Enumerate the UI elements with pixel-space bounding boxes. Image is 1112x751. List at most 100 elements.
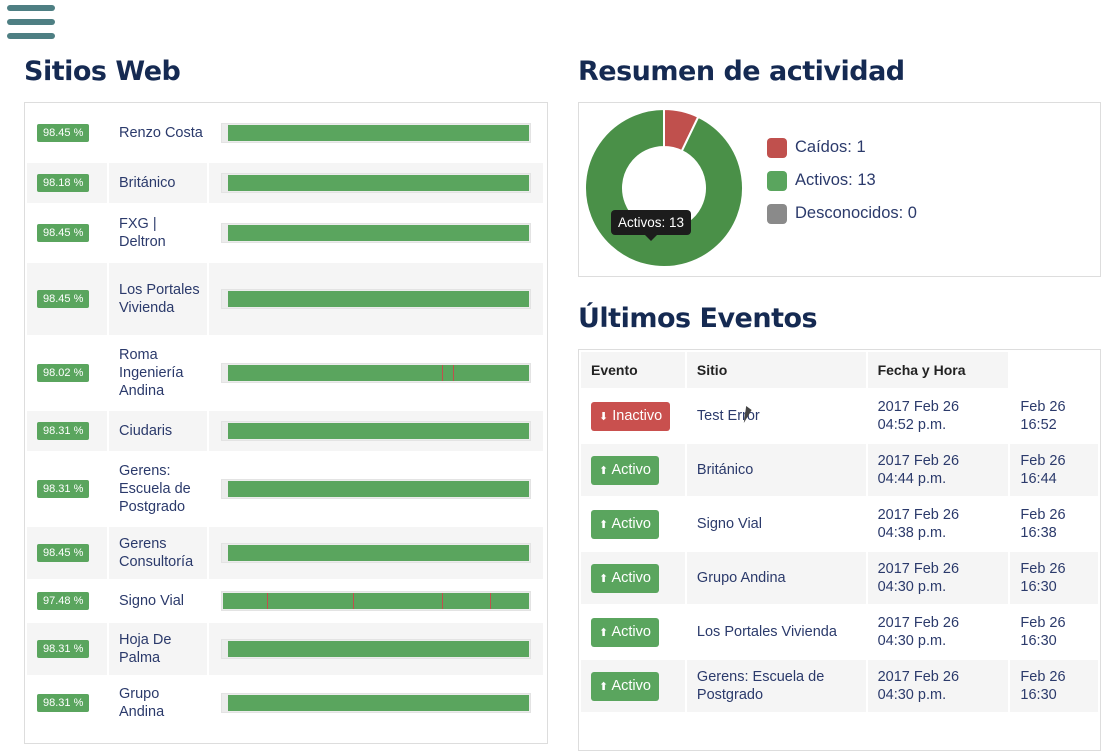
uptime-badge: 98.45 % xyxy=(37,124,90,142)
event-status-label: Activo xyxy=(611,623,651,640)
site-uptime-cell: 98.45 % xyxy=(27,263,107,335)
uptime-badge: 97.48 % xyxy=(37,592,90,610)
event-site[interactable]: Grupo Andina xyxy=(686,552,866,604)
site-row[interactable]: 98.31 % Grupo Andina xyxy=(27,677,545,729)
site-name[interactable]: FXG | Deltron xyxy=(109,205,207,261)
site-row[interactable]: 98.31 % Gerens: Escuela de Postgrado xyxy=(27,453,545,525)
site-row[interactable]: 98.31 % Ciudaris xyxy=(27,411,545,451)
site-row[interactable]: 98.45 % Los Portales Vivienda xyxy=(27,263,545,335)
uptime-fill xyxy=(228,175,529,191)
events-panel: Evento Sitio Fecha y Hora ⬇ Inactivo Test… xyxy=(578,349,1101,751)
event-status-cell: ⬆ Activo xyxy=(581,498,685,550)
uptime-bar xyxy=(221,693,531,713)
site-name[interactable]: Los Portales Vivienda xyxy=(109,263,207,335)
site-row[interactable]: 97.48 % Signo Vial xyxy=(27,581,545,621)
downtime-tick xyxy=(352,593,354,609)
event-datetime: 2017 Feb 26 04:30 p.m. xyxy=(867,552,1009,604)
menu-icon[interactable] xyxy=(7,5,55,41)
legend-label: Activos: 13 xyxy=(795,171,876,189)
event-datetime: 2017 Feb 26 04:38 p.m. xyxy=(877,507,960,541)
uptime-badge: 98.45 % xyxy=(37,544,90,562)
legend-swatch xyxy=(767,170,787,191)
event-short-datetime: Feb 26 16:44 xyxy=(1010,444,1098,496)
site-uptime-cell: 98.02 % xyxy=(27,337,107,409)
uptime-bar xyxy=(221,421,531,441)
event-status-button[interactable]: ⬇ Inactivo xyxy=(591,401,671,431)
event-status-label: Inactivo xyxy=(612,407,663,424)
event-status-button[interactable]: ⬆ Activo xyxy=(591,671,659,701)
downtime-tick xyxy=(266,593,268,609)
event-short-datetime: Feb 26 16:30 xyxy=(1010,552,1098,604)
event-row: ⬆ Activo Gerens: Escuela de Postgrado 2017… xyxy=(581,660,1098,712)
site-uptime-cell: 98.45 % xyxy=(27,527,107,579)
site-row[interactable]: 98.45 % FXG | Deltron xyxy=(27,205,545,261)
site-name[interactable]: Grupo Andina xyxy=(109,677,207,729)
events-title: Últimos Eventos xyxy=(578,303,818,334)
event-status-cell: ⬆ Activo xyxy=(581,552,685,604)
site-uptime-bar-cell xyxy=(209,527,543,579)
event-datetime: 2017 Feb 26 04:52 p.m. xyxy=(877,399,960,433)
site-name[interactable]: Roma Ingeniería Andina xyxy=(109,337,207,409)
site-row[interactable]: 98.02 % Roma Ingeniería Andina xyxy=(27,337,545,409)
event-row: ⬆ Activo Signo Vial 2017 Feb 26 04:38 p.m.… xyxy=(581,498,1098,550)
legend-item[interactable]: Activos: 13 xyxy=(767,164,917,197)
site-name[interactable]: Renzo Costa xyxy=(109,105,207,161)
donut-slice[interactable] xyxy=(585,109,743,267)
col-header-datetime: Fecha y Hora xyxy=(867,352,1009,388)
site-name[interactable]: Británico xyxy=(109,163,207,203)
site-row[interactable]: 98.31 % Hoja De Palma xyxy=(27,623,545,675)
sites-panel: 98.45 % Renzo Costa 98.18 % Británico 98.45 … xyxy=(24,102,548,744)
site-uptime-bar-cell xyxy=(209,623,543,675)
event-status-button[interactable]: ⬆ Activo xyxy=(591,509,659,539)
site-name[interactable]: Ciudaris xyxy=(109,411,207,451)
event-site[interactable]: Test Error xyxy=(687,390,866,442)
site-row[interactable]: 98.45 % Renzo Costa xyxy=(27,105,545,161)
event-status-cell: ⬆ Activo xyxy=(581,660,685,712)
arrow-up-icon: ⬆ xyxy=(599,626,609,639)
uptime-bar xyxy=(221,363,531,383)
uptime-fill xyxy=(228,291,529,307)
site-name[interactable]: Signo Vial xyxy=(109,581,207,621)
event-datetime: 2017 Feb 26 04:30 p.m. xyxy=(867,660,1009,712)
event-datetime: 2017 Feb 26 04:30 p.m. xyxy=(877,615,960,649)
uptime-badge: 98.45 % xyxy=(37,224,90,242)
legend-item[interactable]: Desconocidos: 0 xyxy=(767,197,917,230)
site-uptime-cell: 98.31 % xyxy=(27,623,107,675)
event-status-label: Activo xyxy=(611,515,651,532)
site-uptime-cell: 98.31 % xyxy=(27,453,107,525)
legend-label: Caídos: 1 xyxy=(795,138,866,156)
summary-panel: Activos: 13 Caídos: 1 Activos: 13 Desconoc… xyxy=(578,102,1101,277)
site-row[interactable]: 98.18 % Británico xyxy=(27,163,545,203)
chart-tooltip: Activos: 13 xyxy=(611,210,692,241)
legend-swatch xyxy=(767,137,787,158)
site-uptime-bar-cell xyxy=(209,205,543,261)
event-row: ⬇ Inactivo Test Error 2017 Feb 26 04:52 p.… xyxy=(581,390,1098,442)
event-site[interactable]: Los Portales Vivienda xyxy=(687,606,866,658)
uptime-fill xyxy=(228,423,529,439)
event-status-button[interactable]: ⬆ Activo xyxy=(591,563,659,593)
event-status-button[interactable]: ⬆ Activo xyxy=(591,455,659,485)
site-uptime-cell: 98.31 % xyxy=(27,677,107,729)
arrow-up-icon: ⬆ xyxy=(599,572,609,585)
event-site[interactable]: Británico xyxy=(686,444,866,496)
legend-swatch xyxy=(767,203,787,224)
event-row: ⬆ Activo Los Portales Vivienda 2017 Feb 26… xyxy=(581,606,1098,658)
site-row[interactable]: 98.45 % Gerens Consultoría xyxy=(27,527,545,579)
event-site[interactable]: Signo Vial xyxy=(687,498,866,550)
uptime-badge: 98.31 % xyxy=(37,480,90,498)
event-site[interactable]: Gerens: Escuela de Postgrado xyxy=(686,660,866,712)
legend-item[interactable]: Caídos: 1 xyxy=(767,131,917,164)
site-name[interactable]: Gerens: Escuela de Postgrado xyxy=(109,453,207,525)
uptime-fill xyxy=(228,545,529,561)
event-status-cell: ⬇ Inactivo xyxy=(581,390,685,442)
event-status-button[interactable]: ⬆ Activo xyxy=(591,617,659,647)
events-table: Evento Sitio Fecha y Hora ⬇ Inactivo Test… xyxy=(579,350,1100,714)
uptime-fill xyxy=(228,695,529,711)
event-short-datetime: Feb 26 16:30 xyxy=(1010,660,1098,712)
site-uptime-bar-cell xyxy=(209,105,543,161)
site-name[interactable]: Hoja De Palma xyxy=(109,623,207,675)
event-row: ⬆ Activo Grupo Andina 2017 Feb 26 04:30 p.… xyxy=(581,552,1098,604)
uptime-bar xyxy=(221,543,531,563)
legend-label: Desconocidos: 0 xyxy=(795,204,917,222)
site-name[interactable]: Gerens Consultoría xyxy=(109,527,207,579)
